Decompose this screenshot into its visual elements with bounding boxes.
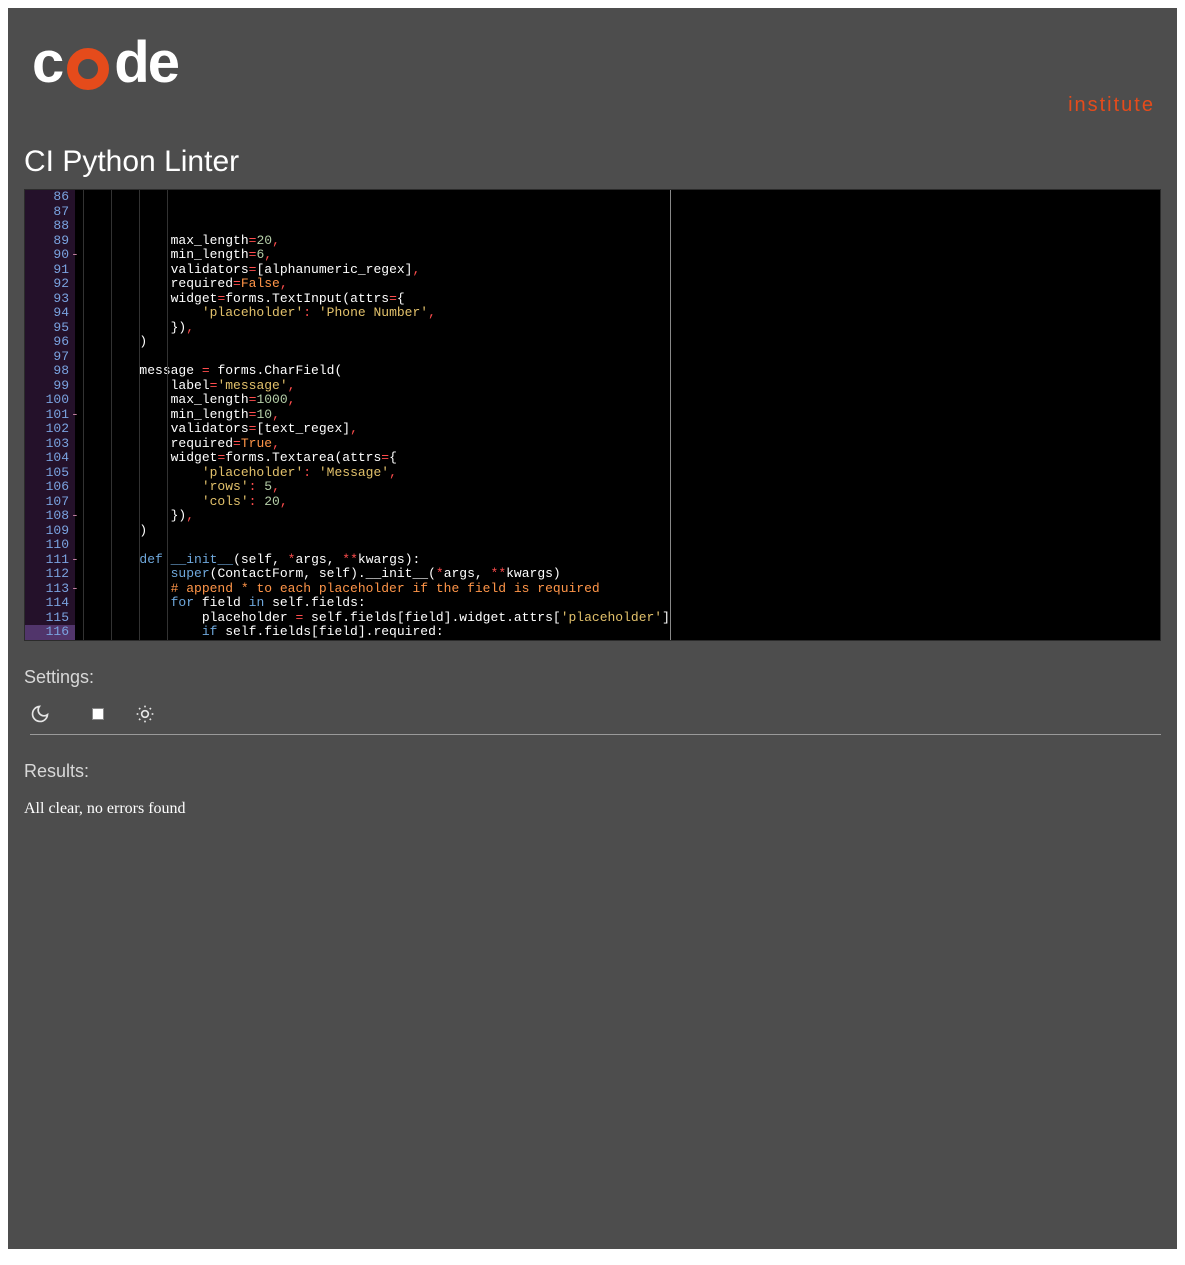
code-line[interactable]: def __init__(self, *args, **kwargs): bbox=[77, 553, 670, 568]
code-line[interactable] bbox=[77, 350, 670, 365]
results-message: All clear, no errors found bbox=[24, 800, 1161, 818]
code-line[interactable]: }), bbox=[77, 509, 670, 524]
code-line[interactable]: message = forms.CharField( bbox=[77, 364, 670, 379]
code-line[interactable]: placeholder += ' *' bbox=[77, 640, 670, 642]
logo-subtext: institute bbox=[1068, 94, 1155, 117]
gutter-line: 90 bbox=[25, 248, 75, 263]
code-line[interactable]: ) bbox=[77, 335, 670, 350]
code-line[interactable]: validators=[alphanumeric_regex], bbox=[77, 263, 670, 278]
gutter-line: 112 bbox=[25, 567, 75, 582]
gutter-line: 108 bbox=[25, 509, 75, 524]
gutter-line: 94 bbox=[25, 306, 75, 321]
code-editor[interactable]: 8687888990919293949596979899100101102103… bbox=[24, 189, 1161, 641]
gutter-line: 88 bbox=[25, 219, 75, 234]
code-line[interactable]: label='message', bbox=[77, 379, 670, 394]
moon-icon bbox=[30, 704, 50, 724]
code-line[interactable]: min_length=6, bbox=[77, 248, 670, 263]
logo-o-icon bbox=[67, 48, 109, 90]
gutter-line: 86 bbox=[25, 190, 75, 205]
gutter-line: 95 bbox=[25, 321, 75, 336]
code-line[interactable]: # append * to each placeholder if the fi… bbox=[77, 582, 670, 597]
results-heading: Results: bbox=[24, 761, 1161, 782]
gutter-line: 89 bbox=[25, 234, 75, 249]
editor-gutter: 8687888990919293949596979899100101102103… bbox=[25, 190, 75, 640]
code-line[interactable]: placeholder = self.fields[field].widget.… bbox=[77, 611, 670, 626]
code-line[interactable]: for field in self.fields: bbox=[77, 596, 670, 611]
gutter-line: 87 bbox=[25, 205, 75, 220]
gutter-line: 103 bbox=[25, 437, 75, 452]
code-line[interactable]: validators=[text_regex], bbox=[77, 422, 670, 437]
code-line[interactable]: max_length=20, bbox=[77, 234, 670, 249]
gutter-line: 101 bbox=[25, 408, 75, 423]
code-line[interactable]: widget=forms.Textarea(attrs={ bbox=[77, 451, 670, 466]
theme-toggle-checkbox[interactable] bbox=[92, 708, 104, 720]
editor-preview-pane bbox=[670, 190, 1160, 640]
gutter-line: 91 bbox=[25, 263, 75, 278]
code-line[interactable]: ) bbox=[77, 524, 670, 539]
gutter-line: 111 bbox=[25, 553, 75, 568]
code-line[interactable]: 'placeholder': 'Message', bbox=[77, 466, 670, 481]
settings-heading: Settings: bbox=[24, 667, 1161, 688]
code-line[interactable]: 'placeholder': 'Phone Number', bbox=[77, 306, 670, 321]
gutter-line: 98 bbox=[25, 364, 75, 379]
gutter-line: 96 bbox=[25, 335, 75, 350]
app-root: c de institute CI Python Linter 86878889… bbox=[8, 8, 1177, 1249]
gutter-line: 107 bbox=[25, 495, 75, 510]
page-title: CI Python Linter bbox=[24, 145, 1161, 179]
gutter-line: 97 bbox=[25, 350, 75, 365]
brand-logo: c de institute bbox=[24, 24, 1161, 117]
code-line[interactable]: 'rows': 5, bbox=[77, 480, 670, 495]
logo-text-c: c bbox=[32, 34, 62, 92]
gutter-line: 100 bbox=[25, 393, 75, 408]
gutter-line: 93 bbox=[25, 292, 75, 307]
gutter-line: 106 bbox=[25, 480, 75, 495]
gutter-line: 102 bbox=[25, 422, 75, 437]
code-line[interactable]: required=True, bbox=[77, 437, 670, 452]
code-line[interactable]: required=False, bbox=[77, 277, 670, 292]
code-line[interactable]: widget=forms.TextInput(attrs={ bbox=[77, 292, 670, 307]
code-line[interactable]: super(ContactForm, self).__init__(*args,… bbox=[77, 567, 670, 582]
editor-code-area[interactable]: max_length=20, min_length=6, validators=… bbox=[75, 190, 670, 640]
code-line[interactable]: }), bbox=[77, 321, 670, 336]
code-line[interactable]: 'cols': 20, bbox=[77, 495, 670, 510]
gutter-line: 99 bbox=[25, 379, 75, 394]
gutter-line: 116 bbox=[25, 625, 75, 640]
gutter-line: 109 bbox=[25, 524, 75, 539]
gutter-line: 114 bbox=[25, 596, 75, 611]
code-line[interactable]: min_length=10, bbox=[77, 408, 670, 423]
gutter-line: 110 bbox=[25, 538, 75, 553]
gutter-line: 115 bbox=[25, 611, 75, 626]
gutter-line: 92 bbox=[25, 277, 75, 292]
gutter-line: 105 bbox=[25, 466, 75, 481]
brand-wordmark: c de bbox=[32, 34, 178, 92]
logo-text-de: de bbox=[114, 34, 178, 92]
code-line[interactable] bbox=[77, 538, 670, 553]
gutter-line: 113 bbox=[25, 582, 75, 597]
code-line[interactable]: if self.fields[field].required: bbox=[77, 625, 670, 640]
gutter-line: 104 bbox=[25, 451, 75, 466]
code-line[interactable]: max_length=1000, bbox=[77, 393, 670, 408]
theme-toggle-row bbox=[30, 704, 1161, 735]
sun-icon bbox=[135, 704, 155, 724]
